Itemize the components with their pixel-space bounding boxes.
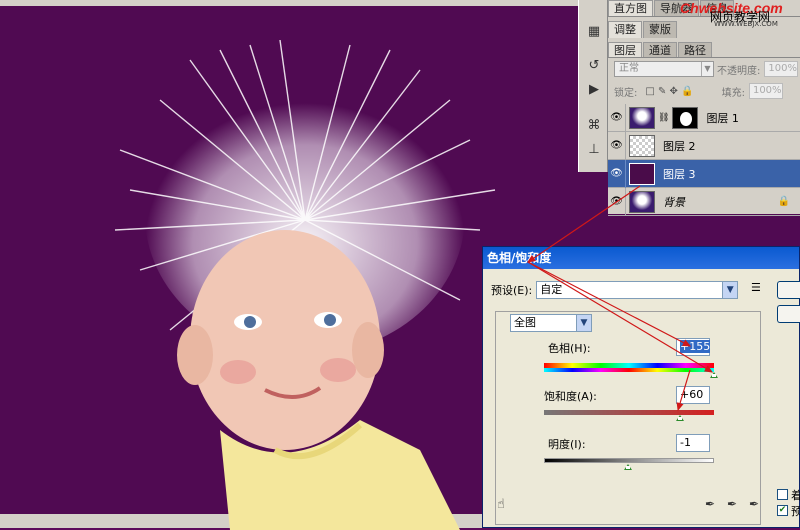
hue-saturation-dialog: 色相/饱和度 预设(E): 自定 ▼ ☰ 全图 ▼ 色相(H): +155 饱和…	[482, 246, 800, 528]
actions-icon[interactable]: ▶	[584, 80, 604, 100]
layer-thumbnail	[629, 134, 655, 157]
lightness-slider-thumb[interactable]	[624, 464, 632, 470]
hue-slider-thumb[interactable]	[710, 372, 718, 378]
lock-icons[interactable]: □ ✎ ✥ 🔒	[645, 86, 693, 97]
chevron-down-icon: ▼	[722, 282, 738, 298]
eye-icon[interactable]: 👁	[608, 159, 626, 188]
tab-channels[interactable]: 通道	[643, 42, 677, 57]
lightness-field[interactable]: -1	[676, 434, 710, 452]
lightness-label: 明度(I):	[548, 438, 586, 451]
preset-select[interactable]: 自定 ▼	[536, 281, 739, 299]
saturation-field[interactable]: +60	[676, 386, 710, 404]
layer-row-3[interactable]: 👁 图层 3	[608, 159, 800, 188]
eye-icon[interactable]: 👁	[608, 187, 626, 216]
preset-row: 预设(E): 自定 ▼	[491, 281, 739, 299]
link-icon: ⛓	[658, 112, 670, 123]
cancel-button[interactable]	[777, 305, 800, 323]
layer-row-1[interactable]: 👁 ⛓ 图层 1	[608, 103, 800, 132]
history-icon[interactable]: ↺	[584, 56, 604, 76]
adjustment-group: 全图 ▼ 色相(H): +155 饱和度(A): +60 明度(I): -1	[495, 311, 761, 525]
saturation-label: 饱和度(A):	[544, 390, 597, 403]
opacity-field[interactable]: 100%	[764, 61, 799, 77]
layer-thumbnail	[629, 162, 655, 185]
eye-icon[interactable]: 👁	[608, 103, 626, 132]
clone-source-icon[interactable]: ⊥	[584, 140, 604, 160]
layer-thumbnail	[629, 106, 655, 129]
lightness-bar	[544, 458, 714, 463]
tab-layers[interactable]: 图层	[608, 42, 642, 57]
tab-masks[interactable]: 蒙版	[643, 21, 677, 38]
layer-row-2[interactable]: 👁 图层 2	[608, 131, 800, 160]
watermark: Chwebsite.com 网页教学网 WWW.WEBJX.COM	[680, 0, 783, 28]
hue-field[interactable]: +155	[676, 338, 711, 356]
eye-icon[interactable]: 👁	[608, 131, 626, 160]
tab-paths[interactable]: 路径	[678, 42, 712, 57]
hue-result-bar	[544, 368, 714, 372]
chevron-down-icon: ▼	[701, 62, 713, 76]
layer-thumbnail	[629, 190, 655, 213]
dialog-title: 色相/饱和度	[483, 247, 799, 269]
tab-histogram[interactable]: 直方图	[608, 0, 653, 16]
colorize-checkbox[interactable]	[777, 489, 788, 500]
top-edge	[0, 0, 580, 6]
preset-menu-icon[interactable]: ☰	[751, 281, 765, 295]
eyedropper-minus-icon[interactable]: ✒	[749, 497, 759, 511]
eyedropper-icon[interactable]: ✒	[705, 497, 715, 511]
channel-select[interactable]: 全图 ▼	[510, 314, 592, 332]
ok-button[interactable]	[777, 281, 800, 299]
brush-icon[interactable]: ⌘	[584, 116, 604, 136]
photo-child	[177, 230, 460, 530]
hue-label: 色相(H):	[548, 342, 591, 355]
fill-field[interactable]: 100%	[748, 83, 783, 99]
saturation-slider-thumb[interactable]	[676, 415, 684, 421]
saturation-bar	[544, 410, 714, 415]
tool-strip: ▦ ↺ ▶ ⌘ ⊥	[578, 0, 608, 172]
hand-icon[interactable]: ☝	[497, 497, 505, 512]
chevron-down-icon: ▼	[576, 315, 591, 331]
tab-adjustments[interactable]: 调整	[608, 21, 642, 38]
lock-icon: 🔒	[777, 196, 790, 207]
layers-panel: 图层 通道 路径 正常 ▼ 不透明度: 100% 锁定: □ ✎ ✥ 🔒 填充:…	[608, 42, 800, 216]
mini-bridge-icon[interactable]: ▦	[584, 22, 604, 42]
layer-row-background[interactable]: 👁 背景 🔒	[608, 187, 800, 216]
eyedropper-plus-icon[interactable]: ✒	[727, 497, 737, 511]
layer-mask-thumbnail	[672, 106, 699, 129]
preview-checkbox[interactable]: ✔	[777, 505, 788, 516]
blend-mode-select[interactable]: 正常 ▼	[614, 61, 714, 77]
